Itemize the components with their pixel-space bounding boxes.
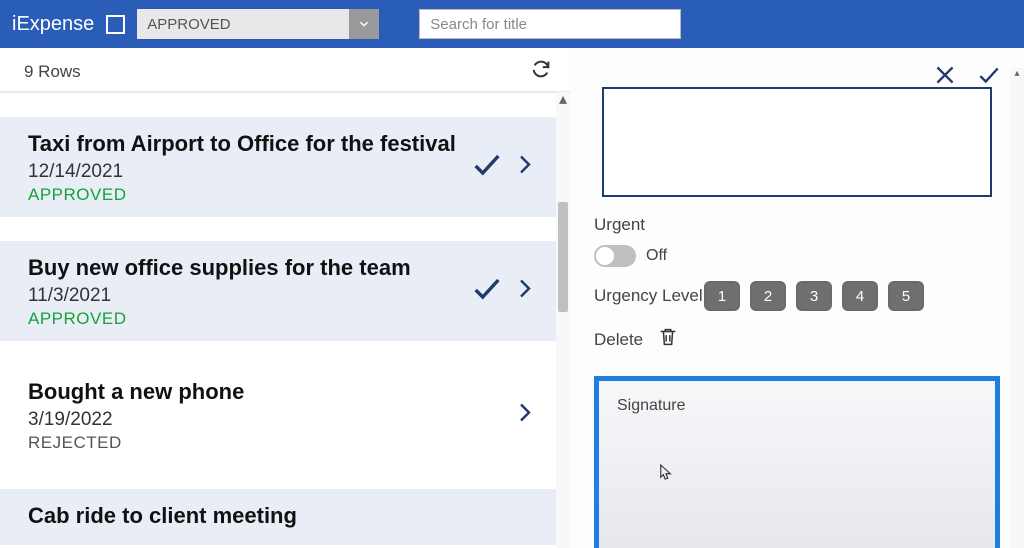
expense-list: Taxi from Airport to Office for the fest… — [0, 93, 570, 545]
delete-label: Delete — [594, 330, 643, 350]
row-count-label: 9 Rows — [24, 62, 81, 82]
urgency-level-button[interactable]: 5 — [888, 281, 924, 311]
chevron-right-icon[interactable] — [512, 396, 536, 435]
filter-checkbox[interactable] — [106, 15, 125, 34]
confirm-icon[interactable] — [976, 62, 1002, 93]
cursor-icon — [659, 463, 673, 486]
chevron-down-icon[interactable] — [349, 9, 379, 39]
item-title: Bought a new phone — [28, 379, 538, 405]
scrollbar[interactable]: ▴ — [1010, 68, 1024, 548]
list-item[interactable]: Buy new office supplies for the team 11/… — [0, 241, 556, 341]
list-item[interactable]: Bought a new phone 3/19/2022 REJECTED — [0, 365, 556, 465]
urgent-toggle[interactable] — [594, 245, 636, 267]
description-textarea[interactable] — [602, 87, 992, 197]
search-input[interactable] — [419, 9, 681, 39]
list-item[interactable]: Cab ride to client meeting — [0, 489, 556, 545]
item-date: 11/3/2021 — [28, 285, 538, 307]
signature-field[interactable]: Signature — [594, 376, 1000, 548]
urgency-level-label: Urgency Level — [594, 286, 704, 306]
check-icon[interactable] — [470, 272, 504, 311]
status-filter-value: APPROVED — [137, 9, 349, 39]
urgent-label: Urgent — [594, 215, 645, 235]
item-date: 12/14/2021 — [28, 161, 538, 183]
item-title: Buy new office supplies for the team — [28, 255, 538, 281]
status-badge: REJECTED — [28, 433, 538, 453]
signature-label: Signature — [617, 397, 686, 414]
item-title: Taxi from Airport to Office for the fest… — [28, 131, 538, 157]
item-title: Cab ride to client meeting — [28, 503, 538, 529]
trash-icon[interactable] — [657, 325, 679, 354]
item-date: 3/19/2022 — [28, 409, 538, 431]
urgency-level-button[interactable]: 1 — [704, 281, 740, 311]
urgent-state-label: Off — [646, 247, 667, 265]
status-badge: APPROVED — [28, 309, 538, 329]
urgency-level-button[interactable]: 3 — [796, 281, 832, 311]
chevron-right-icon[interactable] — [512, 148, 536, 187]
scrollbar[interactable]: ▴ — [556, 92, 570, 548]
urgency-level-button[interactable]: 4 — [842, 281, 878, 311]
refresh-icon[interactable] — [530, 58, 552, 85]
detail-pane: ▴ Urgent Off Urgency Level 1 2 3 4 5 — [570, 48, 1024, 548]
scrollbar-thumb[interactable] — [558, 202, 568, 312]
close-icon[interactable] — [932, 62, 958, 93]
status-badge: APPROVED — [28, 185, 538, 205]
urgency-level-button[interactable]: 2 — [750, 281, 786, 311]
urgency-level-buttons: 1 2 3 4 5 — [704, 281, 924, 311]
top-bar: iExpense APPROVED — [0, 0, 1024, 48]
app-title: iExpense — [12, 13, 94, 36]
expense-list-pane: 9 Rows Taxi from Airport to Office for t… — [0, 48, 570, 548]
list-item[interactable]: Taxi from Airport to Office for the fest… — [0, 117, 556, 217]
check-icon[interactable] — [470, 148, 504, 187]
chevron-right-icon[interactable] — [512, 272, 536, 311]
status-filter-dropdown[interactable]: APPROVED — [137, 9, 379, 39]
